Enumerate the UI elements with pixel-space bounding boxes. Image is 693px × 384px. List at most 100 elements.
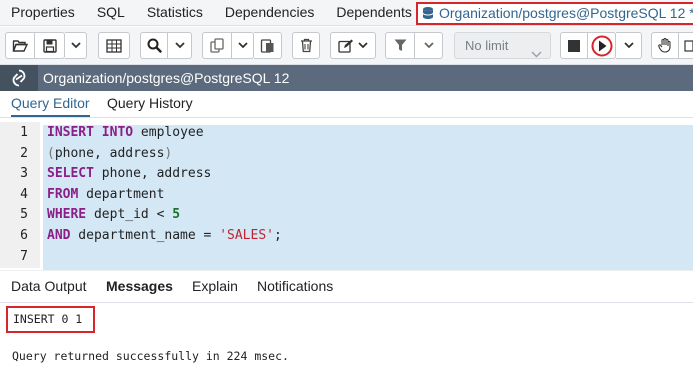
line-number: 1 [20,125,28,140]
sql-token: department [78,186,165,202]
chevron-down-icon [174,42,185,49]
tab-query-history[interactable]: Query History [107,91,193,117]
code-line: 2 (phone, address) [0,144,693,165]
line-number: 6 [20,228,28,243]
row-limit-value: No limit [465,38,509,53]
code-text: (phone, address) [47,144,172,165]
code-text: FROM department [47,185,164,206]
filter-icon [394,39,407,52]
tab-query-tool-label: Organization/postgres@PostgreSQL 12 * [439,5,693,21]
object-tabs-bar: Properties SQL Statistics Dependencies D… [0,0,693,26]
edit-icon [338,39,354,53]
copy-icon [209,38,225,53]
line-number: 3 [20,166,28,182]
copy-dropdown-button[interactable] [232,32,254,59]
code-text: AND department_name = 'SALES'; [47,226,282,247]
cancel-query-button[interactable] [560,32,588,59]
grid-icon [106,38,122,53]
edit-dropdown-button[interactable] [330,32,376,59]
code-line: 3 SELECT phone, address [0,164,693,185]
sql-keyword: SELECT [47,166,94,182]
sql-token: phone, address [54,145,165,161]
find-button[interactable] [140,32,168,59]
sql-number: 5 [172,207,181,223]
search-icon [147,38,162,53]
tab-data-output[interactable]: Data Output [11,271,87,303]
delete-icon [300,38,313,53]
tab-messages[interactable]: Messages [106,271,173,303]
sql-keyword: AND [47,228,71,243]
tab-dependents[interactable]: Dependents [325,0,423,26]
sql-editor[interactable]: 1 INSERT INTO employee 2 (phone, address) 3 S… [0,118,693,270]
code-line: 5 WHERE dept_id < 5 [0,205,693,226]
paste-icon [260,38,275,53]
chevron-down-icon [237,42,248,49]
tab-properties[interactable]: Properties [0,0,86,26]
line-number: 7 [20,248,28,264]
line-number: 5 [20,207,28,223]
line-number: 2 [20,145,28,161]
sql-token: employee [133,125,204,140]
code-text: SELECT phone, address [47,164,211,185]
query-tool-titlebar: Organization/postgres@PostgreSQL 12 [0,65,693,91]
delete-button[interactable] [292,32,320,59]
find-dropdown-button[interactable] [168,32,192,59]
tab-query-editor[interactable]: Query Editor [11,91,90,117]
result-tabs: Data Output Messages Explain Notificatio… [0,270,693,303]
stop-icon [568,39,580,52]
editor-tabs: Query Editor Query History [0,91,693,118]
code-line: 4 FROM department [0,185,693,206]
sql-token: department_name = [70,228,220,243]
code-text: WHERE dept_id < 5 [47,205,180,226]
tab-query-tool[interactable]: Organization/postgres@PostgreSQL 12 * [416,2,693,25]
paste-button[interactable] [254,32,282,59]
sql-token: phone, address [93,166,212,182]
copy-button[interactable] [202,32,232,59]
sql-keyword: INTO [101,125,134,140]
chevron-down-icon [531,41,542,66]
connection-title: Organization/postgres@PostgreSQL 12 [43,70,290,86]
connection-icon [0,65,38,91]
query-status-message: Query returned successfully in 224 msec. [12,349,289,363]
line-number: 4 [20,186,28,202]
tab-dependencies[interactable]: Dependencies [214,0,326,26]
code-line: 1 INSERT INTO employee [0,123,693,144]
analyze-icon [683,39,693,52]
save-dropdown-button[interactable] [65,32,87,59]
tab-notifications[interactable]: Notifications [257,271,333,303]
sql-keyword: FROM [47,186,79,202]
explain-button[interactable] [651,32,679,59]
insert-result-message: INSERT 0 1 [6,306,95,333]
sql-token: dept_id < [86,207,173,223]
code-line: 7 [0,247,693,268]
execute-button[interactable] [588,32,616,59]
sql-token: ( [47,145,55,161]
chevron-down-icon [70,42,81,49]
row-limit-select[interactable]: No limit [454,32,551,59]
save-button[interactable] [35,32,65,59]
tab-statistics[interactable]: Statistics [136,0,214,26]
database-icon [422,6,435,25]
grid-button[interactable] [98,32,130,59]
open-file-button[interactable] [5,32,35,59]
sql-keyword: INSERT [47,125,94,140]
open-file-icon [12,39,28,53]
sql-token: ) [164,145,173,161]
execute-icon [591,35,613,57]
chevron-down-icon [623,42,634,49]
code-line: 6 AND department_name = 'SALES'; [0,226,693,247]
query-toolbar: No limit [0,27,693,65]
tab-explain[interactable]: Explain [192,271,238,303]
explain-analyze-button[interactable] [679,32,693,59]
chevron-down-icon [358,42,368,49]
sql-token: ; [274,228,282,243]
explain-icon [658,38,672,53]
sql-keyword: WHERE [47,207,87,223]
save-icon [42,38,57,53]
filter-dropdown-button[interactable] [415,32,443,59]
execute-dropdown-button[interactable] [616,32,642,59]
filter-button[interactable] [385,32,415,59]
messages-panel: INSERT 0 1 Query returned successfully i… [0,304,693,384]
tab-sql[interactable]: SQL [86,0,136,26]
